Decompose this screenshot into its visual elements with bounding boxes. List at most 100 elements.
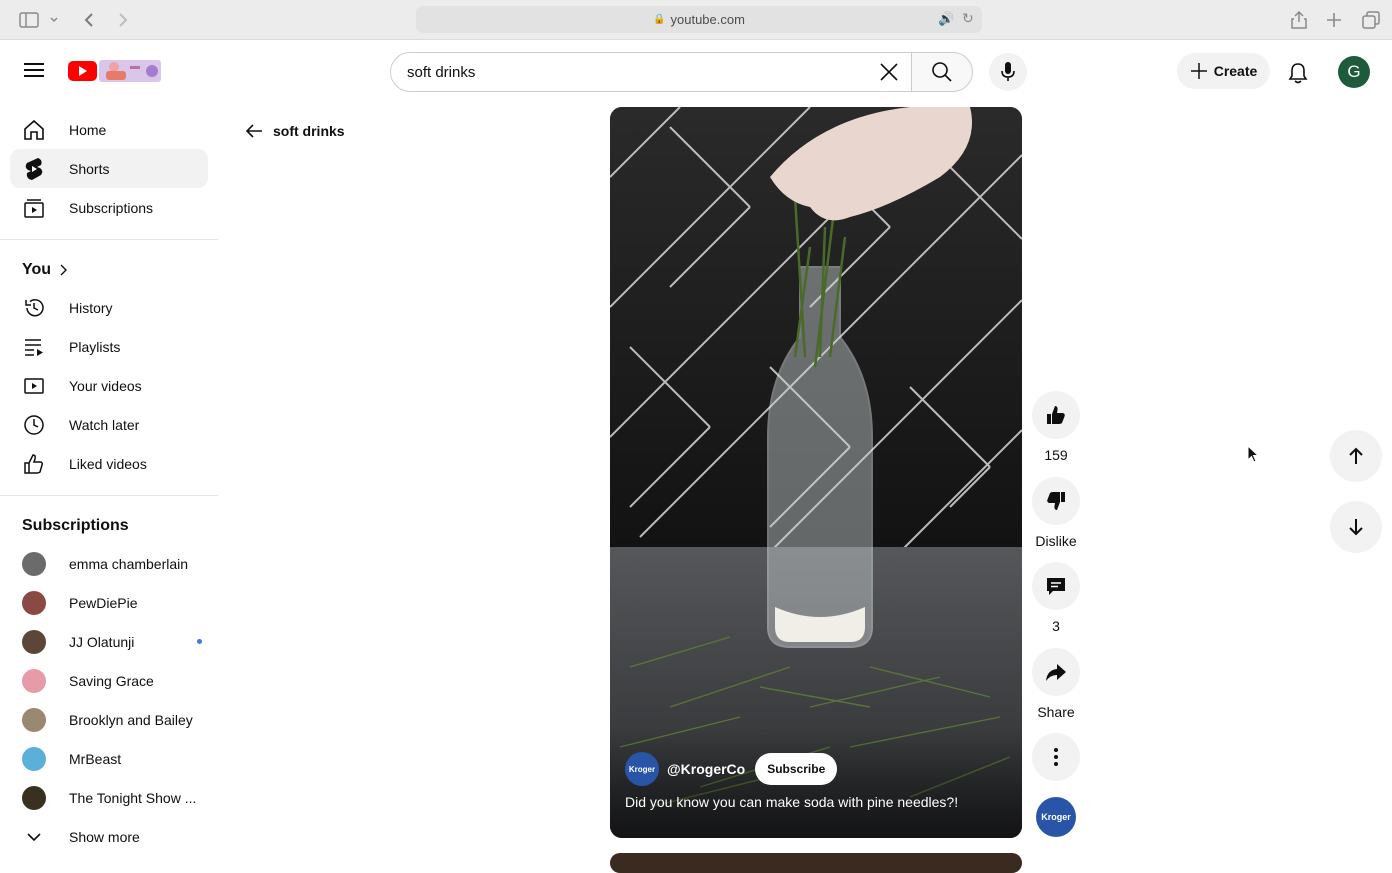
next-short-button[interactable]: [1330, 501, 1382, 553]
channel-name: MrBeast: [69, 750, 122, 767]
speaker-icon[interactable]: 🔊: [938, 11, 954, 27]
sidebar-divider: [0, 495, 218, 496]
sidebar-toggle-icon[interactable]: [18, 9, 40, 31]
shorts-video-player[interactable]: Kroger @KrogerCo Subscribe Did you know …: [610, 107, 1022, 838]
subscription-channel[interactable]: JJ Olatunji: [10, 622, 208, 661]
thumbs-down-icon: [1047, 492, 1065, 510]
sidebar-item-label: Playlists: [69, 338, 121, 355]
lock-icon: 🔒: [653, 14, 666, 25]
hamburger-menu-icon[interactable]: [22, 59, 46, 83]
like-action: 159: [1032, 391, 1080, 463]
share-action: Share: [1032, 648, 1080, 720]
channel-avatar: [22, 590, 46, 615]
subscribe-button[interactable]: Subscribe: [755, 753, 838, 785]
comments-button[interactable]: [1032, 562, 1080, 610]
tab-overview-icon[interactable]: [1360, 9, 1382, 31]
youtube-logo[interactable]: [68, 58, 162, 84]
shorts-icon: [22, 157, 46, 181]
subscription-channel[interactable]: MrBeast: [10, 739, 208, 778]
show-more-label: Show more: [69, 828, 140, 845]
channel-avatar: [22, 746, 46, 771]
chevron-right-icon: [60, 264, 68, 276]
search-input[interactable]: soft drinks: [390, 52, 912, 92]
create-label: Create: [1213, 63, 1258, 79]
voice-search-button[interactable]: [989, 53, 1027, 91]
history-icon: [22, 296, 46, 320]
subscription-channel[interactable]: Saving Grace: [10, 661, 208, 700]
comments-action: 3: [1032, 562, 1080, 634]
sidebar-item-label: History: [69, 299, 113, 316]
sidebar-item-your-videos[interactable]: Your videos: [10, 366, 208, 405]
notifications-bell-icon[interactable]: [1282, 57, 1314, 89]
like-button[interactable]: [1032, 391, 1080, 439]
new-tab-icon[interactable]: [1323, 9, 1345, 31]
playlists-icon: [22, 335, 46, 359]
clear-search-icon[interactable]: [871, 54, 907, 90]
sidebar: Home Shorts Subscriptions You History Pl…: [0, 110, 218, 856]
share-arrow-icon: [1046, 664, 1066, 681]
channel-name: Brooklyn and Bailey: [69, 711, 193, 728]
channel-name: PewDiePie: [69, 594, 138, 611]
sidebar-item-label: Your videos: [69, 377, 142, 394]
channel-handle[interactable]: @KrogerCo: [667, 761, 745, 777]
sidebar-item-home[interactable]: Home: [10, 110, 208, 149]
reload-icon[interactable]: ↻: [962, 10, 974, 27]
you-title: You: [22, 261, 52, 278]
search-input-value: soft drinks: [407, 63, 476, 81]
channel-avatar: [22, 668, 46, 693]
youtube-header: soft drinks Create G: [0, 45, 1392, 101]
subscription-channel[interactable]: emma chamberlain: [10, 544, 208, 583]
sidebar-item-label: Home: [69, 121, 107, 138]
sidebar-item-watch-later[interactable]: Watch later: [10, 405, 208, 444]
sidebar-you-header[interactable]: You: [0, 252, 218, 288]
sidebar-divider: [0, 239, 218, 240]
channel-avatar[interactable]: Kroger: [625, 752, 659, 786]
channel-avatar: [22, 629, 46, 654]
watch-later-icon: [22, 413, 46, 437]
new-content-dot: [197, 639, 202, 644]
subscription-channel[interactable]: Brooklyn and Bailey: [10, 700, 208, 739]
your-videos-icon: [22, 374, 46, 398]
channel-avatar: [22, 551, 46, 576]
next-short-preview[interactable]: [610, 853, 1022, 873]
back-icon[interactable]: [78, 9, 100, 31]
sidebar-item-playlists[interactable]: Playlists: [10, 327, 208, 366]
chevron-down-icon: [22, 825, 46, 849]
more-action: [1032, 733, 1080, 781]
create-button[interactable]: Create: [1177, 53, 1270, 89]
subscription-channel[interactable]: The Tonight Show ...: [10, 778, 208, 817]
video-caption[interactable]: Did you know you can make soda with pine…: [625, 794, 958, 810]
sidebar-item-subscriptions[interactable]: Subscriptions: [10, 188, 208, 227]
sidebar-item-shorts[interactable]: Shorts: [10, 149, 208, 188]
comment-icon: [1047, 578, 1065, 595]
sidebar-item-history[interactable]: History: [10, 288, 208, 327]
share-button[interactable]: [1032, 648, 1080, 696]
arrow-left-icon: [245, 124, 262, 138]
sidebar-item-label: Liked videos: [69, 455, 147, 472]
previous-short-button[interactable]: [1330, 430, 1382, 482]
sidebar-item-liked-videos[interactable]: Liked videos: [10, 444, 208, 483]
channel-name: JJ Olatunji: [69, 633, 135, 650]
thumbs-up-icon: [1047, 406, 1065, 424]
subscriptions-title: Subscriptions: [22, 517, 129, 534]
search-button[interactable]: [911, 52, 973, 92]
subscription-channel[interactable]: PewDiePie: [10, 583, 208, 622]
dislike-button[interactable]: [1032, 477, 1080, 525]
sound-channel-avatar[interactable]: Kroger: [1036, 797, 1076, 837]
arrow-up-icon: [1349, 447, 1363, 464]
show-more-button[interactable]: Show more: [10, 817, 208, 856]
chevron-down-icon[interactable]: [46, 9, 62, 31]
channel-name: Saving Grace: [69, 672, 154, 689]
thumbs-up-icon: [22, 452, 46, 476]
account-avatar[interactable]: G: [1338, 56, 1370, 88]
dislike-action: Dislike: [1032, 477, 1080, 549]
microphone-icon: [1001, 62, 1015, 81]
back-to-search[interactable]: soft drinks: [244, 121, 345, 141]
home-icon: [22, 118, 46, 142]
more-options-button[interactable]: [1032, 733, 1080, 781]
address-bar[interactable]: 🔒 youtube.com: [416, 6, 982, 33]
dislike-label: Dislike: [1035, 533, 1077, 549]
forward-icon[interactable]: [112, 9, 134, 31]
plus-icon: [1190, 63, 1207, 79]
share-page-icon[interactable]: [1288, 9, 1310, 31]
